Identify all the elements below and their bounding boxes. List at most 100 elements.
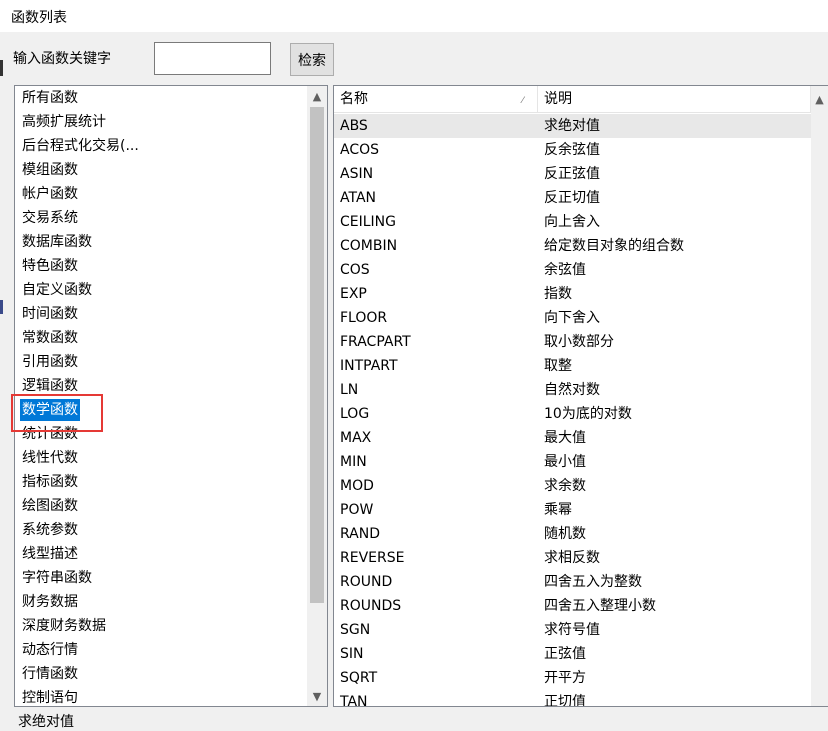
function-description: 10为底的对数 [544,406,632,422]
category-item-label: 动态行情 [22,642,78,658]
table-row[interactable]: COMBIN 给定数目对象的组合数 [334,234,811,258]
category-item[interactable]: 帐户函数 [15,182,307,206]
category-item[interactable]: 控制语句 [15,686,307,706]
category-item-label: 统计函数 [22,426,78,442]
category-item[interactable]: 系统参数 [15,518,307,542]
function-name: INTPART [340,358,398,374]
column-header-name-label: 名称 [340,91,368,107]
table-row[interactable]: REVERSE 求相反数 [334,546,811,570]
table-row[interactable]: CEILING 向上舍入 [334,210,811,234]
category-item[interactable]: 字符串函数 [15,566,307,590]
table-row[interactable]: RAND 随机数 [334,522,811,546]
function-description: 反余弦值 [544,142,600,158]
search-input[interactable] [154,42,271,75]
function-description: 正切值 [544,694,586,707]
category-list-panel[interactable]: 所有函数 高频扩展统计后台程式化交易(... 模组函数帐户函数 交易系统数据库函数特色… [14,85,328,707]
category-item-label: 行情函数 [22,666,78,682]
category-item[interactable]: 引用函数 [15,350,307,374]
edge-artifact [0,60,3,76]
function-table-panel: 名称 ⁄ 说明 ABS 求绝对值 ACOS 反余弦值 ASIN 反正弦值 ATAN 反正切值 C… [333,85,828,707]
category-item[interactable]: 深度财务数据 [15,614,307,638]
category-item[interactable]: 财务数据 [15,590,307,614]
table-row[interactable]: MIN 最小值 [334,450,811,474]
category-item-label: 模组函数 [22,162,78,178]
function-name: ATAN [340,190,377,206]
function-description: 乘幂 [544,502,572,518]
category-item[interactable]: 常数函数 [15,326,307,350]
category-item[interactable]: 高频扩展统计 [15,110,307,134]
table-row[interactable]: TAN 正切值 [334,690,811,707]
table-row[interactable]: SIN 正弦值 [334,642,811,666]
table-row[interactable]: LN 自然对数 [334,378,811,402]
category-item[interactable]: 绘图函数 [15,494,307,518]
category-item[interactable]: 所有函数 [15,86,307,110]
table-row[interactable]: ABS 求绝对值 [334,114,811,138]
category-item[interactable]: 数据库函数 [15,230,307,254]
category-item-label: 特色函数 [22,258,78,274]
function-description: 余弦值 [544,262,586,278]
function-description: 求绝对值 [544,118,600,134]
table-row[interactable]: ASIN 反正弦值 [334,162,811,186]
function-description: 开平方 [544,670,586,686]
category-item-label: 后台程式化交易(... [22,138,139,154]
title-bar [0,0,828,32]
table-row[interactable]: ATAN 反正切值 [334,186,811,210]
category-item-label: 深度财务数据 [22,618,106,634]
category-item[interactable]: 数学函数 [15,398,307,422]
sort-icon: ⁄ [522,96,524,106]
category-item[interactable]: 线性代数 [15,446,307,470]
category-item[interactable]: 模组函数 [15,158,307,182]
function-scrollbar[interactable]: ▲ [811,86,828,706]
category-item-label: 时间函数 [22,306,78,322]
function-name: MIN [340,454,367,470]
chevron-down-icon[interactable]: ▼ [307,686,327,706]
table-row[interactable]: SQRT 开平方 [334,666,811,690]
function-name: RAND [340,526,380,542]
category-item[interactable]: 特色函数 [15,254,307,278]
category-item[interactable]: 后台程式化交易(... [15,134,307,158]
scrollbar-thumb[interactable] [310,107,324,603]
function-description: 向下舍入 [544,310,600,326]
table-row[interactable]: FLOOR 向下舍入 [334,306,811,330]
search-button[interactable]: 检索 [290,43,334,76]
function-description-text: 求绝对值 [18,714,74,730]
table-row[interactable]: ACOS 反余弦值 [334,138,811,162]
table-row[interactable]: INTPART 取整 [334,354,811,378]
table-row[interactable]: MOD 求余数 [334,474,811,498]
table-row[interactable]: LOG 10为底的对数 [334,402,811,426]
function-name: COS [340,262,370,278]
column-header-description[interactable]: 说明 [538,86,811,112]
category-item[interactable]: 逻辑函数 [15,374,307,398]
table-row[interactable]: EXP 指数 [334,282,811,306]
category-item[interactable]: 动态行情 [15,638,307,662]
category-item-label: 线型描述 [22,546,78,562]
category-item[interactable]: 自定义函数 [15,278,307,302]
table-row[interactable]: POW 乘幂 [334,498,811,522]
category-item[interactable]: 统计函数 [15,422,307,446]
category-item[interactable]: 交易系统 [15,206,307,230]
function-description: 正弦值 [544,646,586,662]
chevron-up-icon[interactable]: ▲ [307,86,327,106]
chevron-up-icon[interactable]: ▲ [811,89,828,109]
category-item[interactable]: 时间函数 [15,302,307,326]
table-row[interactable]: FRACPART 取小数部分 [334,330,811,354]
table-row[interactable]: ROUNDS 四舍五入整理小数 [334,594,811,618]
column-header-name[interactable]: 名称 ⁄ [334,86,538,112]
function-name: ROUND [340,574,393,590]
table-row[interactable]: SGN 求符号值 [334,618,811,642]
table-row[interactable]: MAX 最大值 [334,426,811,450]
function-name: LOG [340,406,370,422]
category-scrollbar[interactable]: ▲ ▼ [307,86,327,706]
function-name: REVERSE [340,550,405,566]
category-item-label: 数据库函数 [22,234,92,250]
category-item[interactable]: 线型描述 [15,542,307,566]
function-name: POW [340,502,374,518]
function-description: 向上舍入 [544,214,600,230]
category-item-label: 字符串函数 [22,570,92,586]
category-item[interactable]: 指标函数 [15,470,307,494]
category-item[interactable]: 行情函数 [15,662,307,686]
function-description: 求相反数 [544,550,600,566]
function-description: 四舍五入为整数 [544,574,642,590]
table-row[interactable]: ROUND 四舍五入为整数 [334,570,811,594]
table-row[interactable]: COS 余弦值 [334,258,811,282]
